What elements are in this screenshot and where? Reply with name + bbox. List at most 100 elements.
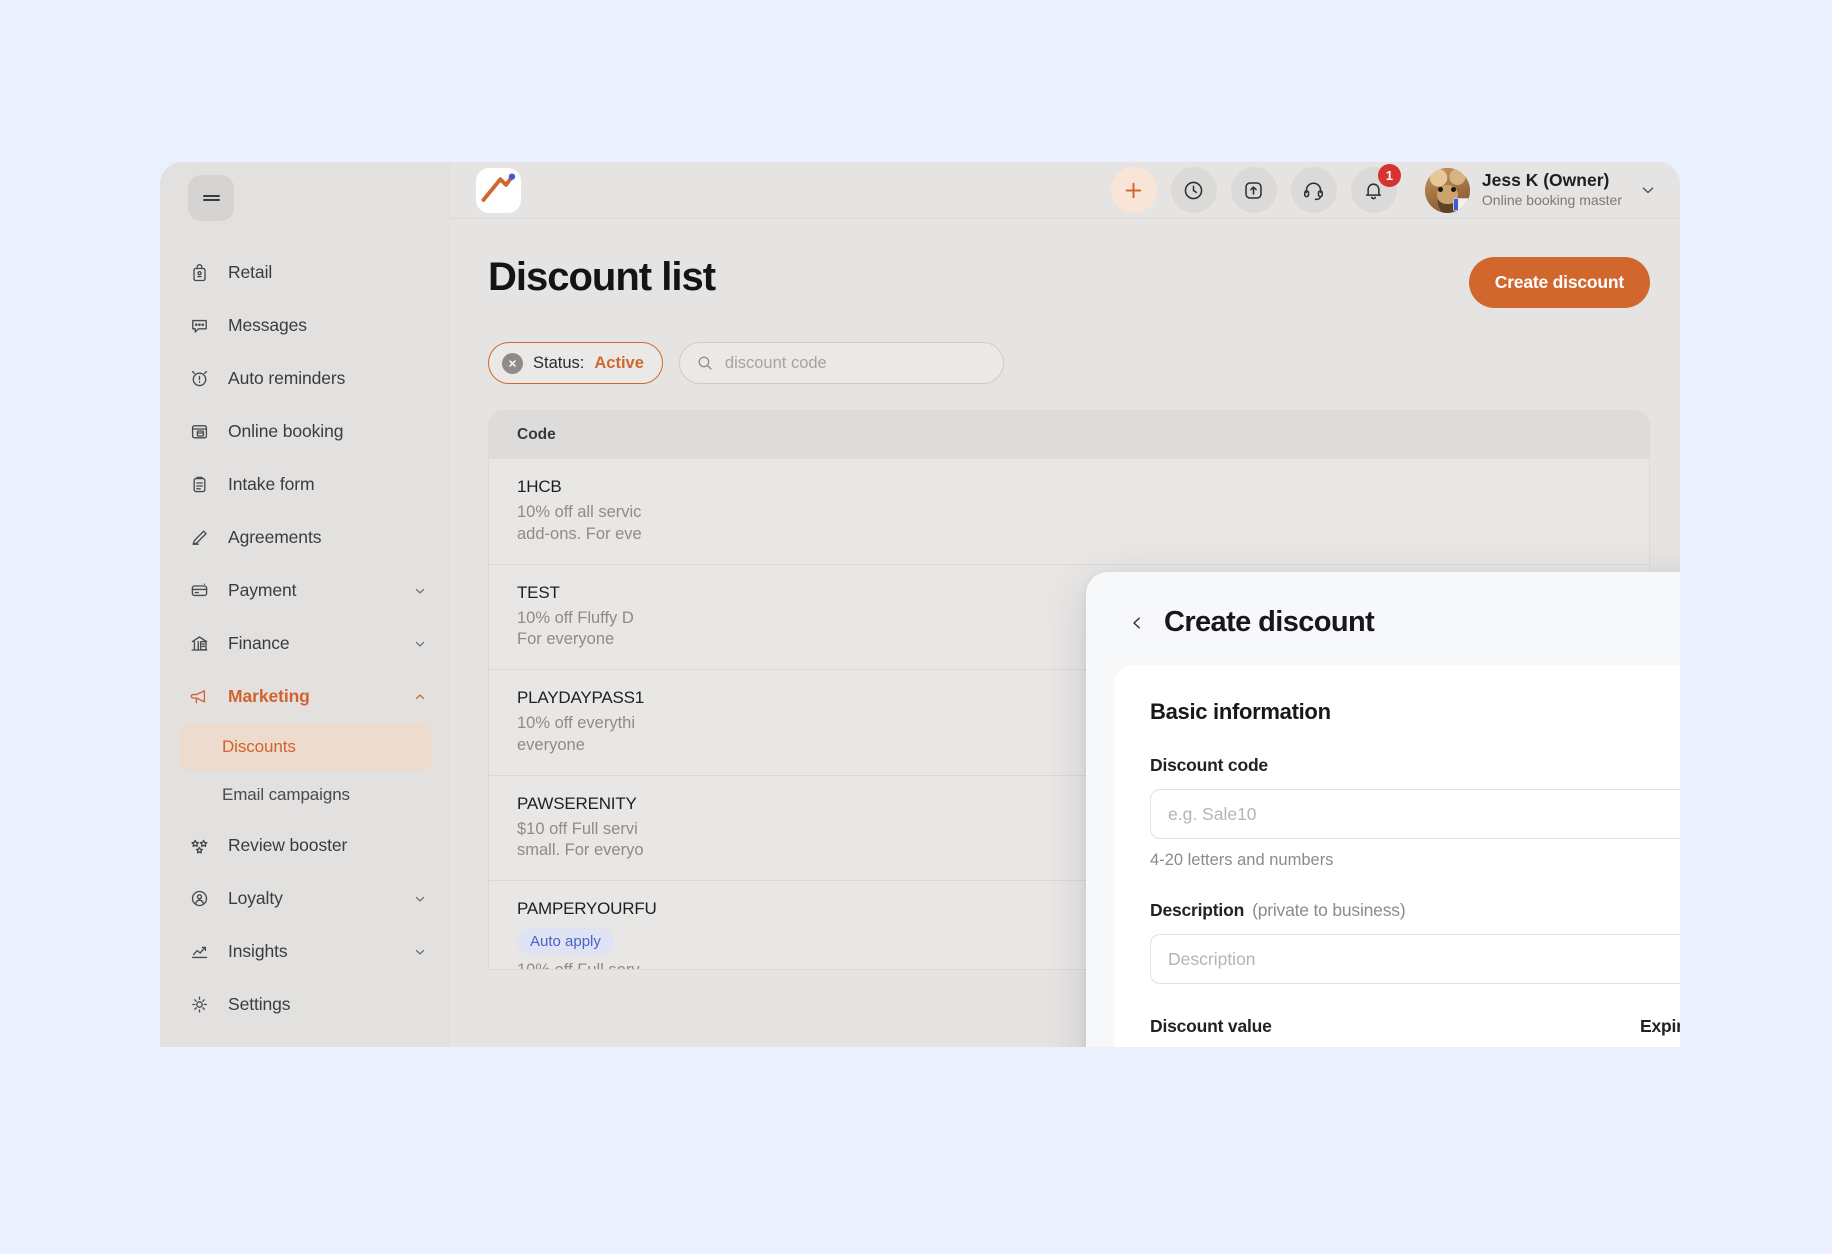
sidebar-item-label: Insights — [228, 941, 288, 961]
modal-title: Create discount — [1164, 606, 1375, 638]
sidebar-subitem-discounts[interactable]: Discounts — [178, 723, 432, 771]
megaphone-icon — [188, 686, 210, 708]
filter-row: Status: Active — [488, 342, 1680, 384]
discount-description-cell: 10% off Full serv small. For everyo — [517, 960, 692, 969]
browser-window-icon — [188, 421, 210, 443]
loyalty-heart-icon — [188, 888, 210, 910]
chevron-down-icon — [1638, 180, 1658, 200]
description-label-note: (private to business) — [1252, 900, 1406, 920]
support-button[interactable] — [1290, 167, 1337, 213]
notifications-button[interactable]: 1 — [1350, 164, 1401, 213]
app-logo-icon[interactable] — [476, 167, 521, 213]
avatar — [1424, 167, 1470, 213]
sidebar-item-label: Retail — [228, 262, 273, 282]
close-circle-icon[interactable] — [502, 352, 523, 374]
payment-card-icon — [188, 580, 210, 602]
table-row[interactable]: 1HCB 10% off all servic add-ons. For eve — [489, 459, 1649, 565]
app-window: Retail Messages Auto reminders Online booki… — [160, 162, 1680, 1047]
top-bar: 1 Jess K (Owner) Online booking master — [450, 162, 1680, 219]
discount-description-cell: 10% off all servic add-ons. For eve — [517, 503, 642, 543]
search-input[interactable] — [724, 353, 987, 373]
search-icon — [696, 354, 714, 372]
profile-subtitle: Online booking master — [1481, 192, 1622, 209]
sidebar-item-intake-form[interactable]: Intake form — [160, 458, 450, 511]
sidebar-item-label: Online booking — [228, 421, 344, 441]
sidebar-item-loyalty[interactable]: Loyalty — [160, 872, 450, 925]
clipboard-icon — [188, 474, 210, 496]
discount-description-cell: 10% off Fluffy D For everyone — [517, 608, 634, 649]
sidebar-item-label: Marketing — [228, 686, 310, 706]
profile-menu-button[interactable]: Jess K (Owner) Online booking master — [1424, 167, 1658, 213]
alarm-clock-icon — [188, 368, 210, 390]
sidebar-item-settings[interactable]: Settings — [160, 978, 450, 1031]
sidebar-subitem-email-campaigns[interactable]: Email campaigns — [178, 771, 432, 819]
auto-apply-badge: Auto apply — [517, 928, 614, 956]
chevron-down-icon[interactable] — [412, 944, 428, 960]
chart-line-icon — [188, 941, 210, 963]
discount-code-input[interactable] — [1150, 789, 1680, 839]
description-label: Description — [1150, 900, 1245, 920]
add-button[interactable] — [1110, 167, 1157, 213]
table-header-row: Code — [489, 411, 1649, 459]
expiry-date-field: Expiry date i — [1640, 1016, 1680, 1047]
page-header: Discount list Create discount — [488, 257, 1680, 308]
discount-code-cell: 1HCB — [517, 477, 562, 496]
recent-activity-button[interactable] — [1170, 167, 1217, 213]
pen-icon — [188, 527, 210, 549]
discount-description-cell: 10% off everythi everyone — [517, 714, 636, 754]
sidebar-nav-list: Retail Messages Auto reminders Online booki… — [160, 162, 450, 1031]
discount-value-label: Discount value — [1150, 1016, 1272, 1036]
sidebar-item-review-booster[interactable]: Review booster — [160, 819, 450, 872]
table-column-header-code: Code — [517, 426, 556, 443]
retail-bag-icon — [188, 262, 210, 284]
main-column: 1 Jess K (Owner) Online booking master D… — [450, 162, 1680, 1047]
sidebar-item-label: Auto reminders — [228, 368, 346, 388]
chevron-left-icon[interactable] — [1126, 610, 1148, 636]
upload-button[interactable] — [1230, 167, 1277, 213]
create-discount-modal: Create discount Basic information Discou… — [1086, 572, 1680, 1047]
expiry-date-label: Expiry date — [1640, 1016, 1680, 1036]
discount-code-label: Discount code — [1150, 755, 1268, 775]
status-badge: 1 — [1377, 164, 1401, 187]
hamburger-menu-icon[interactable] — [188, 175, 234, 221]
sidebar-item-finance[interactable]: Finance — [160, 617, 450, 670]
value-expiry-row: Discount value % — [1150, 1016, 1680, 1047]
sidebar-item-label: Finance — [228, 633, 290, 653]
sidebar-item-label: Settings — [228, 994, 291, 1014]
discount-value-field: Discount value % — [1150, 1016, 1604, 1047]
gear-icon — [188, 994, 210, 1016]
section-title: Basic information — [1150, 699, 1331, 724]
modal-header: Create discount — [1114, 602, 1680, 665]
sidebar-item-retail[interactable]: Retail — [160, 246, 450, 299]
chevron-down-icon[interactable] — [412, 636, 428, 652]
sidebar-item-label: Intake form — [228, 474, 315, 494]
hamburger-bar — [202, 199, 220, 201]
discount-code-hint: 4-20 letters and numbers — [1150, 851, 1334, 869]
discount-code-field: Discount code Generate 4-20 letters and … — [1150, 755, 1680, 870]
status-filter-chip[interactable]: Status: Active — [488, 342, 663, 384]
discount-description-cell: $10 off Full servi small. For everyo — [517, 819, 644, 860]
sidebar-item-marketing[interactable]: Marketing — [160, 670, 450, 723]
modal-body: Basic information Discount code Generate… — [1114, 665, 1680, 1047]
sidebar-item-messages[interactable]: Messages — [160, 299, 450, 352]
sidebar-item-agreements[interactable]: Agreements — [160, 511, 450, 564]
profile-name: Jess K (Owner) — [1481, 170, 1610, 191]
create-discount-button[interactable]: Create discount — [1468, 257, 1650, 308]
sidebar-item-label: Loyalty — [228, 888, 283, 908]
sidebar-item-online-booking[interactable]: Online booking — [160, 405, 450, 458]
status-filter-value: Active — [594, 353, 644, 372]
sidebar-item-label: Agreements — [228, 527, 322, 547]
description-field: Description (private to business) 0/200 — [1150, 900, 1680, 984]
chevron-down-icon[interactable] — [412, 583, 428, 599]
sidebar-item-auto-reminders[interactable]: Auto reminders — [160, 352, 450, 405]
sidebar-item-payment[interactable]: Payment — [160, 564, 450, 617]
chevron-down-icon[interactable] — [412, 891, 428, 907]
message-bubble-icon — [188, 315, 210, 337]
sidebar-item-label: Messages — [228, 315, 307, 335]
top-bar-actions: 1 Jess K (Owner) Online booking master — [1110, 164, 1658, 213]
search-box[interactable] — [678, 342, 1004, 384]
sidebar-item-insights[interactable]: Insights — [160, 925, 450, 978]
sidebar: Retail Messages Auto reminders Online booki… — [160, 162, 450, 1047]
description-input[interactable] — [1150, 934, 1680, 984]
chevron-up-icon[interactable] — [412, 689, 428, 705]
